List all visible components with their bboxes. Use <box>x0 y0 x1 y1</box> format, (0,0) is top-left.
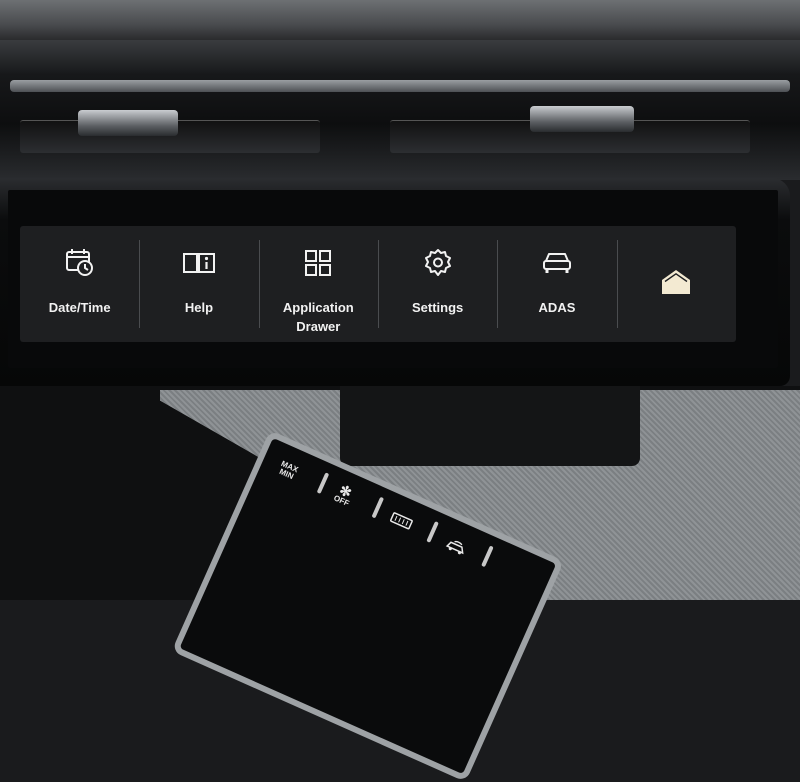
air-vent <box>0 40 800 180</box>
shortcut-bar: Date/Time Help Application Drawer Settin… <box>20 226 736 342</box>
tile-label: Settings <box>412 300 464 315</box>
storage-tray <box>340 386 640 466</box>
vent-adjuster-left[interactable] <box>78 110 178 136</box>
button-divider <box>481 545 494 568</box>
vent-bar <box>10 80 790 92</box>
car-icon <box>540 248 574 278</box>
button-divider <box>316 472 330 494</box>
home-icon <box>660 268 692 298</box>
vent-adjuster-right[interactable] <box>530 106 634 132</box>
tile-label: Help <box>184 300 214 315</box>
calendar-clock-icon <box>64 248 96 278</box>
manual-info-icon <box>182 248 216 278</box>
dashboard-top <box>0 0 800 40</box>
max-min-button[interactable]: MAX MIN <box>276 459 300 482</box>
app-grid-icon <box>303 248 333 278</box>
tile-label: Date/Time <box>48 300 111 315</box>
button-divider <box>426 521 439 543</box>
recirculation-button[interactable] <box>442 536 470 560</box>
rear-defrost-button[interactable] <box>388 511 414 533</box>
tile-date-time[interactable]: Date/Time <box>20 226 139 342</box>
fan-off-button[interactable]: ✻ OFF <box>332 481 356 508</box>
tile-settings[interactable]: Settings <box>377 226 497 342</box>
tile-label: ADAS <box>538 300 576 315</box>
tile-adas[interactable]: ADAS <box>497 226 616 342</box>
rear-defrost-icon <box>390 512 413 530</box>
tile-help[interactable]: Help <box>139 226 258 342</box>
tile-label: Application Drawer <box>282 300 354 334</box>
tile-application-drawer[interactable]: Application Drawer <box>258 226 378 342</box>
tile-home[interactable] <box>616 226 736 342</box>
gear-icon <box>423 248 453 278</box>
recirculation-car-icon <box>445 540 464 555</box>
button-divider <box>371 496 385 519</box>
